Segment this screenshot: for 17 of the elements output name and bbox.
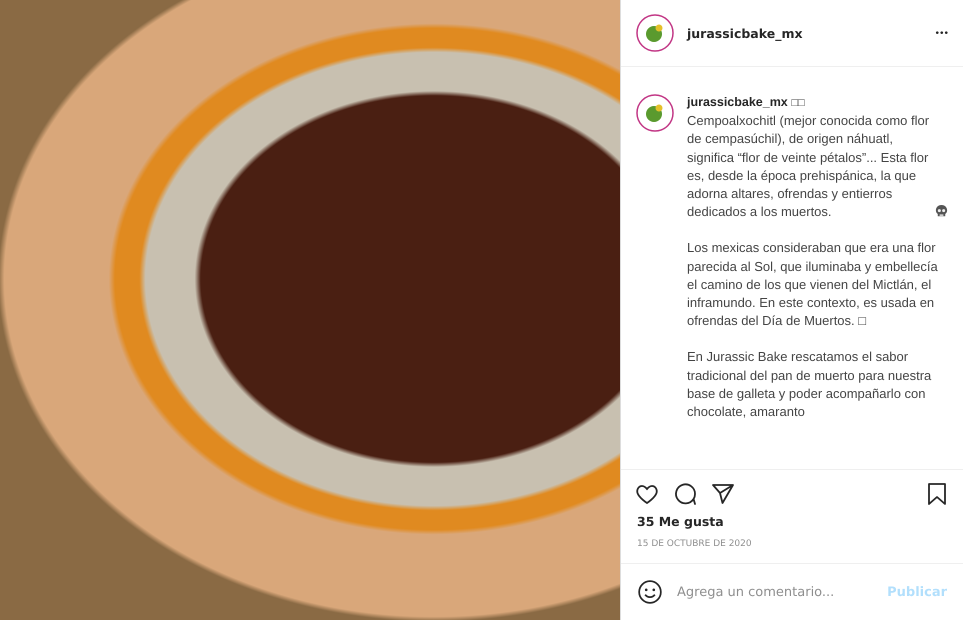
caption-username[interactable]: jurassicbake_mx (687, 95, 788, 109)
bookmark-icon[interactable] (925, 482, 949, 506)
caption-paragraph: En Jurassic Bake rescatamos el sabor tradicional del pan de muerto para nuestra base de galleta y poder acompañarlo con chocolate, amaranto (687, 348, 932, 422)
caption-symbols: □□ (791, 97, 805, 109)
send-icon[interactable] (711, 482, 735, 506)
avatar-icon[interactable] (635, 13, 675, 53)
caption-paragraph: Cempoalxochitl (mejor conocida como flor de cempasúchil), de origen náhuatl, significa “flor de veinte pétalos”... Esta flor es, desde la época prehispánica, la que adorna altares, ofrendas y entierros dedicados a los muertos. (687, 112, 930, 222)
more-options-button[interactable]: ••• (935, 28, 949, 38)
comment-icon[interactable] (673, 482, 697, 506)
emoji-icon[interactable] (637, 579, 663, 605)
caption-paragraph: Los mexicas consideraban que era una flor parecida al Sol, que iluminaba y embellecía el camino de los que vienen del Mictlán, el inframundo. En este contexto, es usada en ofrendas del Día de Muertos. □ (687, 239, 939, 330)
avatar-icon[interactable] (635, 93, 675, 133)
comment-field[interactable]: Agrega un comentario... (675, 584, 876, 600)
post-date: 15 DE OCTUBRE DE 2020 (621, 531, 963, 564)
heart-icon[interactable] (635, 482, 659, 506)
likes-count[interactable]: 35 Me gusta (621, 512, 963, 531)
username[interactable]: jurassicbake_mx (687, 26, 803, 40)
